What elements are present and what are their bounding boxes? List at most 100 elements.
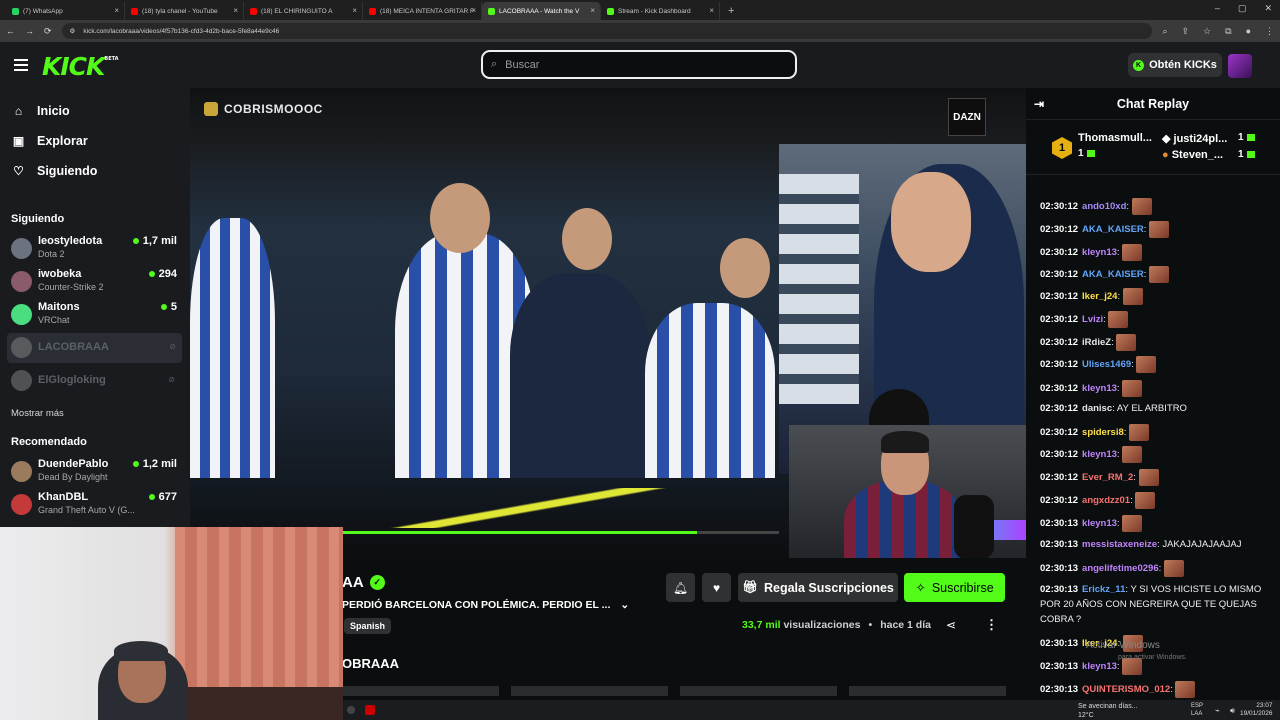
nav-home[interactable]: ⌂ Inicio (12, 104, 70, 118)
gifter-name[interactable]: ● Steven_... (1162, 149, 1223, 161)
browser-tab[interactable]: (7) WhatsApp × (6, 2, 125, 20)
bookmark-star-icon[interactable]: ☆ (1203, 26, 1211, 37)
sidebar-channel-maitons[interactable]: Maitons VRChat 5 (11, 300, 181, 330)
language-indicator[interactable]: ESP LAA (1191, 702, 1203, 718)
video-thumbnail[interactable] (511, 686, 668, 696)
video-thumbnail[interactable] (342, 686, 499, 696)
share-icon[interactable]: ⋖ (946, 618, 956, 632)
message-username[interactable]: danisc (1082, 403, 1112, 414)
extensions-icon[interactable]: ⧉ (1225, 26, 1231, 37)
viewer-count: 1,2 mil (132, 458, 177, 470)
reload-icon[interactable]: ⟳ (44, 26, 52, 37)
url-field[interactable]: ⚙ kick.com/lacobraaa/videos/4f57b136-cfd… (61, 23, 1153, 39)
browser-menu-icon[interactable]: ⋮ (1265, 26, 1274, 37)
close-window-icon[interactable]: ✕ (1264, 3, 1272, 14)
message-username[interactable]: ando10xd (1082, 201, 1126, 212)
show-more-link[interactable]: Mostrar más (11, 408, 64, 419)
message-username[interactable]: Ulises1469 (1082, 359, 1131, 370)
expand-title-chevron-icon[interactable]: ⌄ (620, 599, 629, 611)
message-username[interactable]: angelifetime0296 (1082, 563, 1159, 574)
follow-heart-button[interactable]: ♥ (702, 573, 731, 602)
message-username[interactable]: spidersi8 (1082, 427, 1124, 438)
tab-favicon-icon (369, 7, 376, 15)
close-tab-icon[interactable]: × (352, 6, 357, 15)
zoom-icon[interactable]: ⌕ (1162, 26, 1167, 37)
browser-tab[interactable]: Stream - Kick Dashboard × (601, 2, 720, 20)
back-icon[interactable]: ← (6, 26, 15, 36)
close-tab-icon[interactable]: × (709, 6, 714, 15)
browser-tab[interactable]: (18) MEICA INTENTA GRITAR F × (363, 2, 482, 20)
message-username[interactable]: angxdzz01 (1082, 495, 1130, 506)
message-username[interactable]: kleyn13 (1082, 449, 1117, 460)
message-username[interactable]: QUINTERISMO_012 (1082, 684, 1170, 695)
nav-following[interactable]: ♡ Siguiendo (12, 164, 97, 178)
maximize-icon[interactable]: ▢ (1238, 3, 1247, 14)
message-username[interactable]: Erickz_11 (1082, 584, 1125, 595)
new-tab-icon[interactable]: + (728, 2, 734, 20)
sidebar-channel-khandbl[interactable]: KhanDBL Grand Theft Auto V (G... 677 (11, 490, 181, 520)
site-info-icon[interactable]: ⚙ (70, 27, 76, 35)
search-placeholder: Buscar (505, 58, 540, 71)
browser-tab[interactable]: (18) EL CHIRINGUITO A × (244, 2, 363, 20)
nav-explore[interactable]: ▣ Explorar (12, 134, 88, 148)
get-kicks-button[interactable]: K Obtén KICKs (1128, 53, 1222, 77)
video-player[interactable]: COBRISMOOOC DAZN (190, 88, 1026, 558)
message-username[interactable]: kleyn13 (1082, 518, 1117, 529)
clock-date: 19/01/2026 (1240, 710, 1273, 717)
emote-icon (1116, 334, 1137, 351)
close-tab-icon[interactable]: × (233, 6, 238, 15)
profile-icon[interactable]: ● (1246, 26, 1251, 37)
more-options-icon[interactable]: ⋮ (985, 617, 998, 633)
subscribe-button[interactable]: ✧ Suscribirse (904, 573, 1005, 602)
sidebar-channel-iwobeka[interactable]: iwobeka Counter-Strike 2 294 (11, 267, 181, 297)
message-username[interactable]: kleyn13 (1082, 661, 1117, 672)
gift-subs-button[interactable]: 🎁︎ Regala Suscripciones (738, 573, 898, 602)
sidebar-channel-lacobraaa[interactable]: LACOBRAAA ⊘ (7, 333, 182, 363)
channel-title[interactable]: AA ✓ (342, 574, 385, 591)
minimize-icon[interactable]: – (1215, 3, 1220, 14)
user-avatar[interactable] (1228, 54, 1252, 78)
gifter-name[interactable]: ◆ justi24pl... (1162, 132, 1227, 145)
sidebar-channel-duendepablo[interactable]: DuendePablo Dead By Daylight 1,2 mil (11, 457, 181, 487)
message-username[interactable]: Ever_RM_2 (1082, 472, 1133, 483)
search-input[interactable]: ⌕ Buscar (481, 50, 797, 79)
message-timestamp: 02:30:12 (1040, 314, 1079, 326)
close-tab-icon[interactable]: × (590, 6, 595, 15)
hamburger-menu-icon[interactable] (14, 59, 28, 71)
message-username[interactable]: messistaxeneize (1082, 539, 1157, 550)
chat-message: 02:30:13 angelifetime0296: (1040, 560, 1272, 577)
share-page-icon[interactable]: ⇪ (1182, 26, 1190, 37)
sidebar-channel-elglogloking[interactable]: ElGlogloking ⊘ (11, 366, 181, 396)
chat-panel: ⇥ Chat Replay 1 Thomasmull... 1 ◆ justi2… (1026, 88, 1280, 698)
gifter-name[interactable]: Thomasmull... (1078, 132, 1152, 144)
taskbar-app-icon[interactable] (365, 705, 375, 715)
notification-bell-button[interactable]: 🔔︎ (666, 573, 695, 602)
message-username[interactable]: AKA_KAISER (1082, 269, 1144, 280)
browser-tab[interactable]: LACOBRAAA - Watch the V × (482, 2, 601, 20)
chat-message: 02:30:12 AKA_KAISER: (1040, 221, 1272, 238)
close-tab-icon[interactable]: × (114, 6, 119, 15)
close-tab-icon[interactable]: × (471, 6, 476, 15)
network-icon[interactable]: ⌁ (1215, 706, 1220, 716)
message-username[interactable]: AKA_KAISER (1082, 224, 1144, 235)
sponsor-board (779, 174, 859, 404)
browser-tab[interactable]: (18) tyla chanel - YouTube × (125, 2, 244, 20)
message-username[interactable]: kleyn13 (1082, 383, 1117, 394)
weather-widget[interactable]: Se avecinan días... 12°C (1078, 702, 1138, 720)
video-thumbnail[interactable] (680, 686, 837, 696)
volume-icon[interactable]: 🔊︎ (1230, 706, 1235, 716)
message-username[interactable]: kleyn13 (1082, 247, 1117, 258)
message-username[interactable]: Lvizi (1082, 314, 1103, 325)
language-tag[interactable]: Spanish (344, 618, 392, 634)
sidebar-channel-leostyledota[interactable]: leostyledota Dota 2 1,7 mil (11, 234, 181, 264)
clock[interactable]: 23:07 19/01/2026 (1240, 702, 1273, 718)
chat-message: 02:30:12 spidersi8: (1040, 424, 1272, 441)
message-username[interactable]: Iker_j24 (1082, 291, 1117, 302)
taskbar-app-icon[interactable] (347, 706, 355, 714)
collapse-chat-icon[interactable]: ⇥ (1034, 97, 1044, 111)
message-timestamp: 02:30:13 (1040, 518, 1079, 530)
video-thumbnail[interactable] (849, 686, 1006, 696)
kick-logo[interactable]: KICKBETA (42, 52, 119, 81)
message-username[interactable]: iRdieZ (1082, 337, 1111, 348)
forward-icon[interactable]: → (25, 26, 34, 36)
